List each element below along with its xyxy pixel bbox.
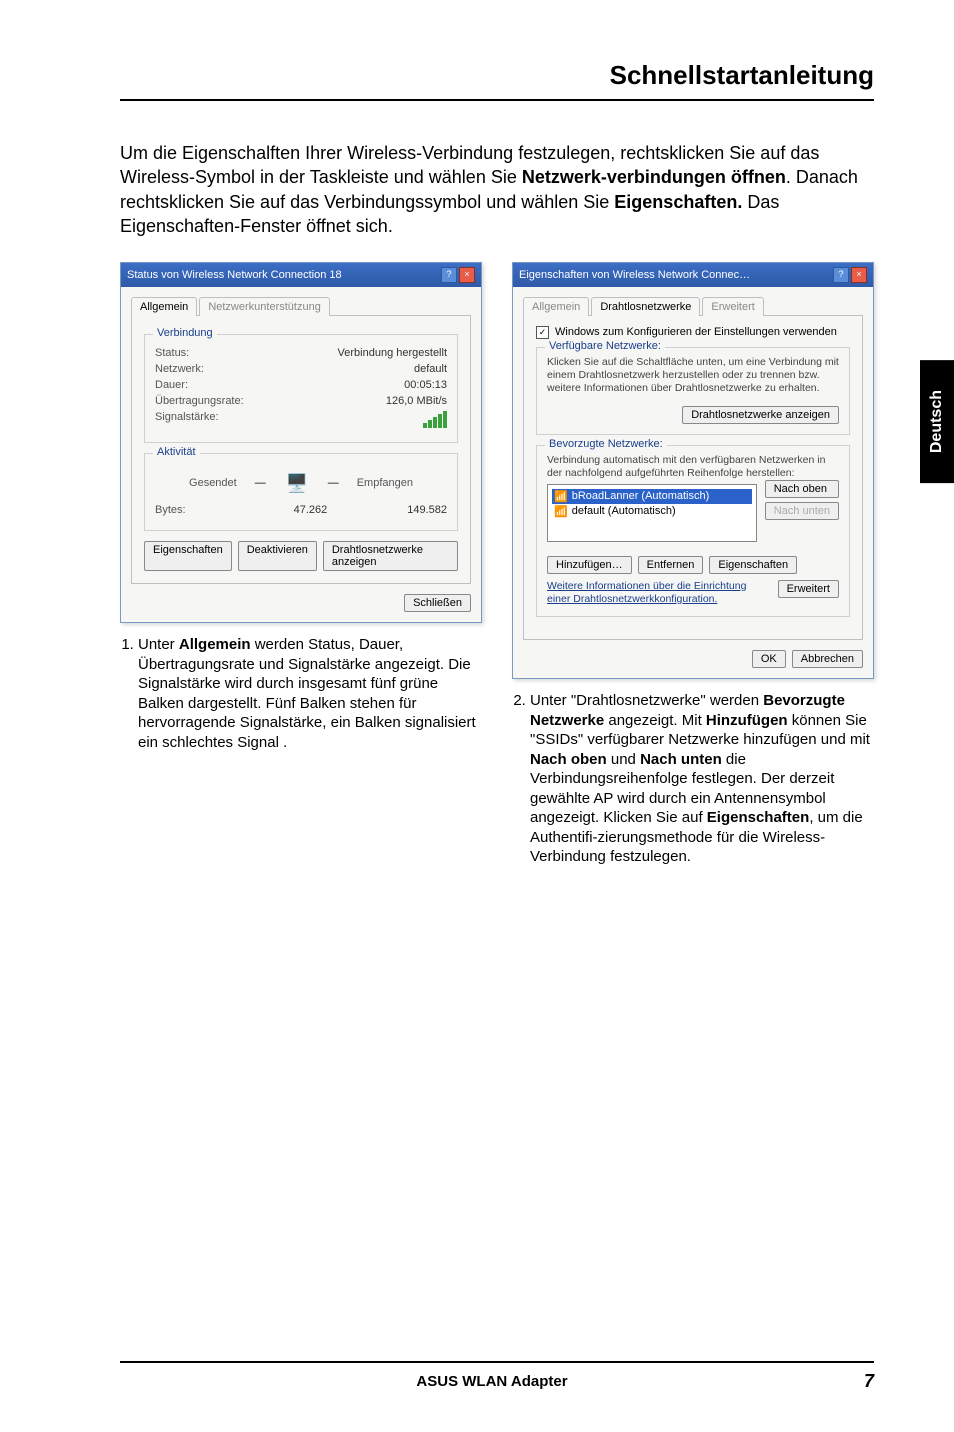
status-value: Verbindung hergestellt [338,347,447,359]
preferred-group-text: Verbindung automatisch mit den verfügbar… [547,454,839,480]
footer-page-number: 7 [864,1371,874,1392]
rate-label: Übertragungsrate: [155,395,244,407]
ok-button[interactable]: OK [752,650,786,668]
preferred-networks-listbox[interactable]: 📶 bRoadLanner (Automatisch) 📶 default (A… [547,484,757,542]
help-icon[interactable]: ? [441,267,457,283]
list-item[interactable]: 📶 default (Automatisch) [552,504,752,519]
window-title-text: Eigenschaften von Wireless Network Conne… [519,269,750,281]
footer-product: ASUS WLAN Adapter [416,1373,567,1390]
duration-value: 00:05:13 [404,379,447,391]
windows-config-checkbox[interactable]: ✓ Windows zum Konfigurieren der Einstell… [536,326,850,339]
available-group-text: Klicken Sie auf die Schaltfläche unten, … [547,356,839,395]
tab-general[interactable]: Allgemein [523,297,589,316]
page-title: Schnellstartanleitung [120,60,874,101]
activity-line: — [328,477,339,489]
cancel-button[interactable]: Abbrechen [792,650,863,668]
available-networks-group: Verfügbare Netzwerke: Klicken Sie auf di… [536,347,850,434]
move-up-button[interactable]: Nach oben [765,480,839,498]
window-titlebar: Status von Wireless Network Connection 1… [121,263,481,287]
bytes-label: Bytes: [155,504,186,516]
duration-label: Dauer: [155,379,188,391]
properties-window: Eigenschaften von Wireless Network Conne… [512,262,874,679]
window-title-text: Status von Wireless Network Connection 1… [127,269,342,281]
activity-line: — [255,477,266,489]
page-footer: ASUS WLAN Adapter 7 [120,1361,874,1392]
status-label: Status: [155,347,189,359]
checkbox-label: Windows zum Konfigurieren der Einstellun… [555,326,837,338]
properties-button[interactable]: Eigenschaften [144,541,232,571]
checkbox-icon: ✓ [536,326,549,339]
close-icon[interactable]: × [851,267,867,283]
list-item-label: bRoadLanner (Automatisch) [572,490,710,502]
connection-group: Verbindung Status:Verbindung hergestellt… [144,334,458,443]
show-networks-button[interactable]: Drahtlosnetzwerke anzeigen [682,406,839,424]
view-networks-button[interactable]: Drahtlosnetzwerke anzeigen [323,541,458,571]
signal-label: Signalstärke: [155,411,219,428]
bytes-recv-value: 149.582 [407,504,447,516]
signal-bars-icon [423,411,447,428]
close-icon[interactable]: × [459,267,475,283]
computers-icon: 🖥️ [284,470,310,496]
add-button[interactable]: Hinzufügen… [547,556,632,574]
preferred-networks-group: Bevorzugte Netzwerke: Verbindung automat… [536,445,850,618]
list-item[interactable]: 📶 bRoadLanner (Automatisch) [552,489,752,504]
close-button[interactable]: Schließen [404,594,471,612]
window-titlebar: Eigenschaften von Wireless Network Conne… [513,263,873,287]
activity-group: Aktivität Gesendet — 🖥️ — Empfangen Byte… [144,453,458,531]
intro-paragraph: Um die Eigenschalften Ihrer Wireless-Ver… [120,141,874,238]
bytes-sent-value: 47.262 [294,504,328,516]
tab-advanced[interactable]: Erweitert [702,297,763,316]
antenna-icon: 📶 [554,505,568,518]
network-label: Netzwerk: [155,363,204,375]
connection-group-title: Verbindung [153,327,217,339]
config-info-link[interactable]: Weitere Informationen über die Einrichtu… [547,580,746,605]
help-icon[interactable]: ? [833,267,849,283]
activity-group-title: Aktivität [153,446,200,458]
list-item-label: default (Automatisch) [572,505,676,517]
status-window: Status von Wireless Network Connection 1… [120,262,482,623]
advanced-button[interactable]: Erweitert [778,580,839,598]
rate-value: 126,0 MBit/s [386,395,447,407]
remove-button[interactable]: Entfernen [638,556,704,574]
preferred-group-title: Bevorzugte Netzwerke: [545,438,667,450]
tab-wireless[interactable]: Drahtlosnetzwerke [591,297,700,316]
left-caption: Unter Allgemein werden Status, Dauer, Üb… [120,635,482,752]
antenna-icon: 📶 [554,490,568,503]
right-caption: Unter "Drahtlosnetzwerke" werden Bevorzu… [512,691,874,867]
item-properties-button[interactable]: Eigenschaften [709,556,797,574]
received-label: Empfangen [357,477,413,489]
disable-button[interactable]: Deaktivieren [238,541,317,571]
available-group-title: Verfügbare Netzwerke: [545,340,665,352]
sent-label: Gesendet [189,477,237,489]
tab-support[interactable]: Netzwerkunterstützung [199,297,330,316]
tab-general[interactable]: Allgemein [131,297,197,316]
move-down-button[interactable]: Nach unten [765,502,839,520]
network-value: default [414,363,447,375]
